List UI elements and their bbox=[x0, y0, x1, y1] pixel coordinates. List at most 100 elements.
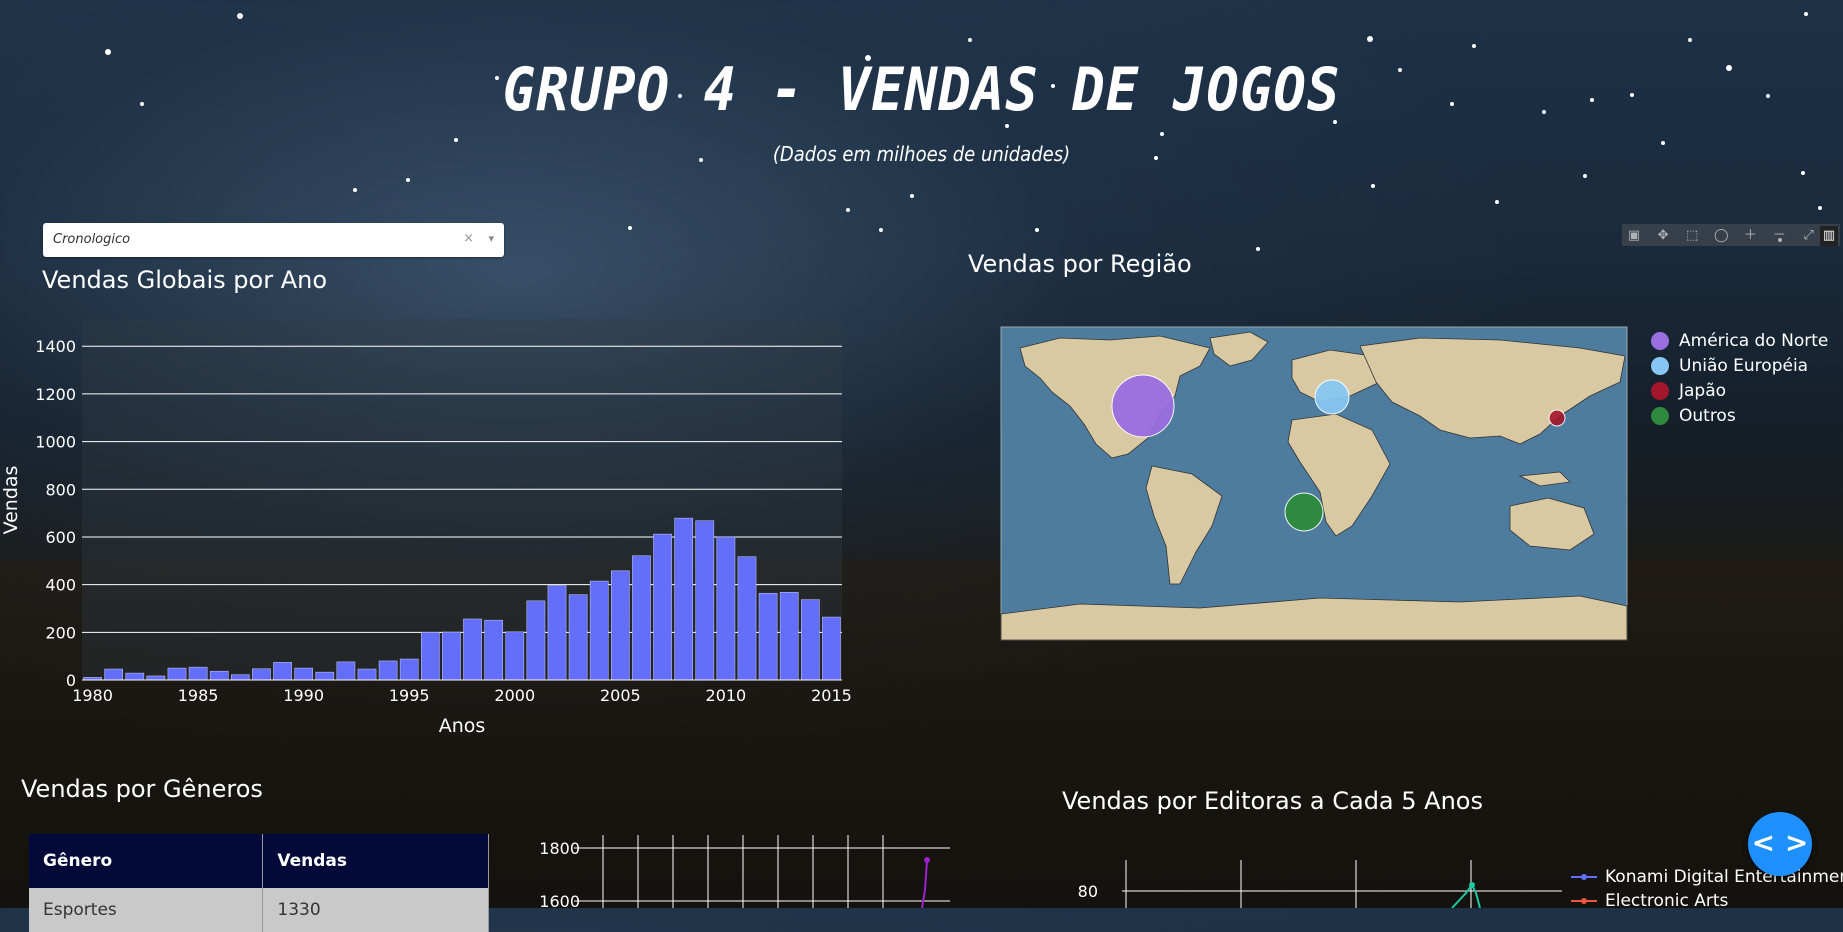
genres-line-chart[interactable]: 1800 1600 bbox=[520, 830, 960, 912]
bar bbox=[758, 592, 778, 681]
bar bbox=[336, 661, 356, 681]
tick-label-80: 80 bbox=[1078, 882, 1098, 901]
legend-konami[interactable]: Konami Digital Entertainment bbox=[1605, 867, 1843, 887]
pan-icon[interactable]: ✥ bbox=[1653, 226, 1673, 246]
y-tick-label: 200 bbox=[45, 623, 76, 642]
bar bbox=[568, 594, 588, 681]
x-tick-label: 1995 bbox=[389, 686, 430, 705]
legend-others[interactable]: Outros bbox=[1679, 406, 1736, 426]
dropdown-value: Cronologico bbox=[53, 232, 131, 247]
bar bbox=[822, 616, 841, 681]
bubble-others bbox=[1284, 492, 1324, 532]
page-subtitle: (Dados em milhoes de unidades) bbox=[772, 142, 1071, 166]
table-cell-genre: Esportes bbox=[29, 888, 264, 932]
bar bbox=[399, 658, 419, 681]
bar bbox=[252, 668, 271, 681]
legend-electronic-arts[interactable]: Electronic Arts bbox=[1605, 891, 1728, 911]
bar bbox=[779, 592, 799, 681]
bar bbox=[104, 668, 123, 681]
plot-modebar[interactable]: ▣ ✥ ⬚ ◯ ＋ － ⤢ ▥ bbox=[1622, 224, 1840, 246]
legend-marker-others bbox=[1651, 407, 1669, 425]
region-map-chart[interactable] bbox=[1000, 326, 1628, 645]
table-row: Esportes 1330 bbox=[29, 888, 489, 932]
box-select-icon[interactable]: ⬚ bbox=[1682, 226, 1702, 246]
x-axis-title: Anos bbox=[439, 715, 486, 737]
publisher-series-line bbox=[1451, 883, 1481, 909]
bar bbox=[188, 666, 208, 681]
y-tick-label: 1400 bbox=[35, 337, 76, 356]
global-sales-chart[interactable]: 0 200 400 600 800 1000 1200 1400 1980 1985 1990 199… bbox=[0, 315, 860, 749]
legend-marker-japan bbox=[1651, 382, 1669, 400]
bar bbox=[484, 619, 503, 681]
global-sales-title: Vendas Globais por Ano bbox=[42, 266, 328, 294]
lasso-icon[interactable]: ◯ bbox=[1711, 226, 1731, 246]
legend-japan[interactable]: Japão bbox=[1679, 381, 1726, 401]
y-tick-label: 600 bbox=[45, 528, 76, 547]
bar bbox=[442, 631, 461, 681]
order-dropdown[interactable]: Cronologico × ▾ bbox=[43, 223, 504, 257]
table-header-row: Gênero Vendas bbox=[29, 834, 489, 888]
bar bbox=[632, 555, 651, 681]
bar bbox=[273, 662, 292, 681]
bar bbox=[294, 667, 313, 681]
genres-table: Gênero Vendas Esportes 1330 bbox=[29, 834, 489, 932]
y-axis-title: Vendas bbox=[0, 466, 22, 535]
legend-marker-europe bbox=[1651, 357, 1669, 375]
bar bbox=[716, 536, 736, 681]
x-tick-label: 1985 bbox=[178, 686, 219, 705]
plotly-logo-icon[interactable]: ▥ bbox=[1820, 226, 1838, 246]
x-tick-label: 2005 bbox=[600, 686, 641, 705]
code-toggle-button[interactable]: < > bbox=[1748, 812, 1812, 876]
publishers-sales-title: Vendas por Editoras a Cada 5 Anos bbox=[1062, 787, 1483, 815]
x-tick-label: 1990 bbox=[283, 686, 324, 705]
x-tick-label: 2010 bbox=[706, 686, 747, 705]
genre-series-point bbox=[924, 857, 930, 863]
bar bbox=[695, 520, 715, 681]
bar bbox=[421, 632, 440, 681]
genres-sales-title: Vendas por Gêneros bbox=[21, 775, 263, 803]
bar bbox=[378, 660, 398, 681]
bubble-japan bbox=[1548, 409, 1566, 427]
bar bbox=[209, 670, 229, 681]
zoom-in-icon[interactable]: ＋ bbox=[1740, 226, 1760, 246]
legend-north-america[interactable]: América do Norte bbox=[1679, 331, 1828, 351]
bar bbox=[737, 556, 757, 681]
bar bbox=[231, 674, 250, 681]
publisher-series-point bbox=[1469, 882, 1475, 888]
x-tick-label: 2000 bbox=[494, 686, 535, 705]
y-tick-label: 1200 bbox=[35, 385, 76, 404]
bubble-europe bbox=[1314, 379, 1350, 415]
bar bbox=[357, 668, 377, 681]
table-header-sales[interactable]: Vendas bbox=[262, 834, 489, 888]
y-tick-label: 400 bbox=[45, 576, 76, 595]
legend-europe[interactable]: União Européia bbox=[1679, 356, 1808, 376]
bar bbox=[125, 672, 145, 681]
chevron-down-icon[interactable]: ▾ bbox=[488, 232, 494, 245]
region-sales-title: Vendas por Região bbox=[968, 250, 1192, 278]
bar bbox=[801, 599, 820, 681]
bar bbox=[463, 618, 482, 681]
bar bbox=[505, 631, 525, 681]
camera-icon[interactable]: ▣ bbox=[1624, 226, 1644, 246]
bar bbox=[315, 671, 335, 681]
bar bbox=[589, 580, 609, 681]
publishers-line-chart[interactable]: 80 bbox=[1062, 855, 1562, 912]
x-tick-label: 1980 bbox=[72, 686, 113, 705]
bar bbox=[611, 570, 630, 681]
bar bbox=[146, 675, 166, 681]
table-cell-sales: 1330 bbox=[262, 888, 489, 932]
bubble-north-america bbox=[1111, 374, 1175, 438]
autoscale-icon[interactable]: ⤢ bbox=[1799, 226, 1819, 246]
zoom-out-icon[interactable]: － bbox=[1769, 226, 1789, 246]
bar bbox=[167, 667, 187, 681]
tick-label-1800: 1800 bbox=[539, 839, 580, 858]
table-header-genre[interactable]: Gênero bbox=[29, 834, 264, 888]
clear-icon[interactable]: × bbox=[463, 231, 474, 246]
x-tick-label: 2015 bbox=[811, 686, 852, 705]
bar bbox=[674, 517, 693, 681]
bar bbox=[526, 600, 546, 681]
page-title: GRUPO 4 - VENDAS DE JOGOS bbox=[502, 54, 1341, 125]
bar bbox=[547, 585, 567, 681]
bar bbox=[653, 533, 672, 681]
y-tick-label: 1000 bbox=[35, 433, 76, 452]
